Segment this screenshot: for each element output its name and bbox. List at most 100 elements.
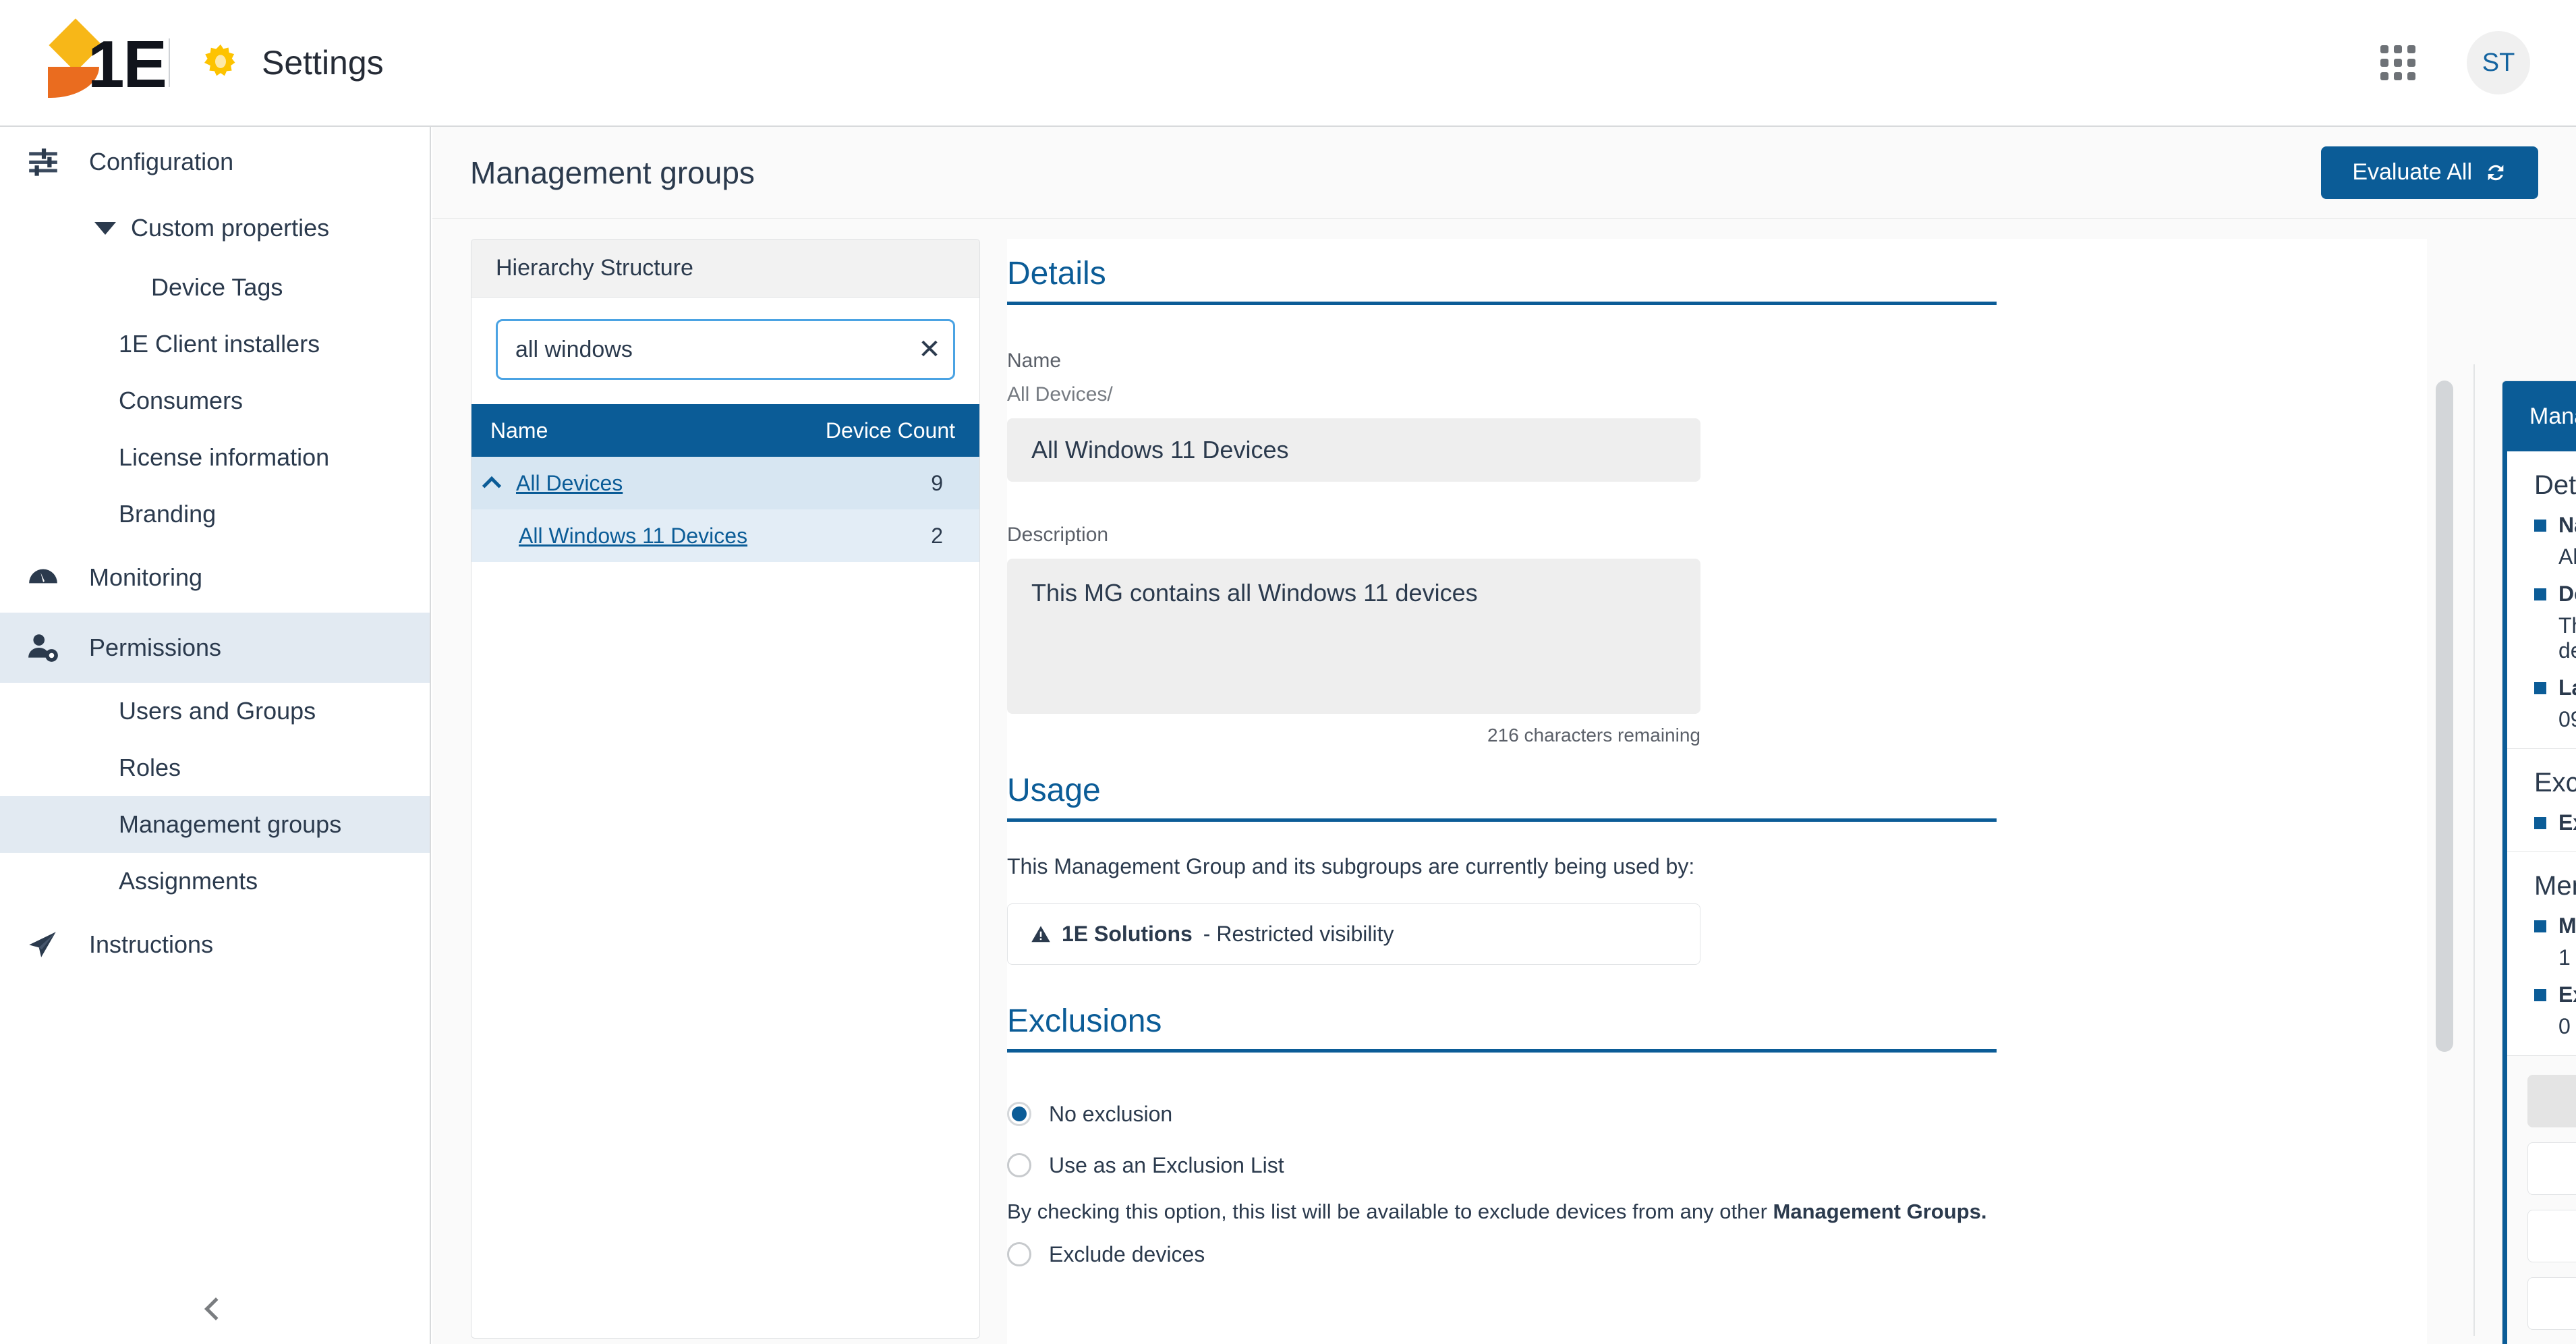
radio-icon[interactable] — [1007, 1102, 1031, 1126]
table-row[interactable]: All Devices 9 — [471, 457, 979, 509]
radio-icon[interactable] — [1007, 1242, 1031, 1266]
sidebar-item-license-information[interactable]: License information — [0, 429, 430, 486]
management-group-summary-panel: Management Group Summary Details Name Al… — [2502, 381, 2576, 1344]
details-section-title: Details — [1007, 255, 1997, 305]
sidebar-item-permissions[interactable]: Permissions — [0, 613, 430, 683]
summary-item: Member Count — [2534, 914, 2576, 939]
exclusion-option-exclude-devices[interactable]: Exclude devices — [1007, 1233, 2427, 1275]
hierarchy-table-header: Name Device Count — [471, 404, 979, 457]
name-field-value[interactable]: All Windows 11 Devices — [1007, 418, 1700, 482]
sidebar-item-monitoring[interactable]: Monitoring — [0, 542, 430, 613]
summary-item-key: Exclusions List — [2558, 810, 2576, 835]
exclusions-section-title: Exclusions — [1007, 1003, 1997, 1053]
avatar[interactable]: ST — [2467, 31, 2530, 94]
close-x-icon[interactable]: ✕ — [906, 321, 953, 378]
top-bar: 1E Settings ST — [0, 0, 2576, 127]
summary-item-key: Description — [2558, 582, 2576, 606]
sidebar-item-1e-client-installers[interactable]: 1E Client installers — [0, 316, 430, 372]
sidebar-item-label: Instructions — [89, 930, 214, 958]
main-content: Management groups Evaluate All Hierarchy… — [432, 127, 2576, 1344]
characters-remaining-label: 216 characters remaining — [1487, 725, 1700, 746]
sidebar-item-label: 1E Client installers — [119, 330, 320, 358]
description-field-label: Description — [1007, 524, 1109, 546]
sidebar-item-label: Configuration — [89, 148, 234, 175]
page-app-title: Settings — [262, 44, 384, 82]
summary-members-block: Members Member Count 1 Excluded Count 0 — [2507, 852, 2576, 1056]
sidebar-item-label: Roles — [119, 754, 181, 781]
column-header-name: Name — [490, 418, 548, 443]
save-button[interactable]: Save — [2527, 1075, 2576, 1127]
square-bullet-icon — [2534, 988, 2546, 1001]
sidebar-item-label: Monitoring — [89, 563, 203, 591]
summary-members-heading: Members — [2534, 871, 2576, 901]
evaluate-all-button[interactable]: Evaluate All — [2321, 146, 2538, 199]
brand-wordmark: 1E — [88, 27, 167, 101]
sidebar-item-roles[interactable]: Roles — [0, 739, 430, 796]
sidebar-item-device-tags[interactable]: Device Tags — [0, 259, 430, 316]
radio-icon[interactable] — [1007, 1153, 1031, 1177]
brand-logo[interactable]: 1E — [48, 18, 167, 101]
settings-app: 1E Settings ST Configuration Custom prop… — [0, 0, 2576, 1344]
sliders-icon — [24, 143, 62, 181]
sidebar-item-instructions[interactable]: Instructions — [0, 909, 430, 980]
search-input[interactable] — [498, 336, 906, 363]
summary-action-buttons: Save Cancel Add Subgroup Export FQDN Lis… — [2507, 1056, 2576, 1344]
table-row[interactable]: All Windows 11 Devices 2 — [471, 509, 979, 562]
sidebar-item-consumers[interactable]: Consumers — [0, 372, 430, 429]
warning-triangle-icon — [1031, 926, 1050, 942]
sidebar-item-label: Assignments — [119, 867, 258, 895]
exclusion-option-no-exclusion[interactable]: No exclusion — [1007, 1093, 2427, 1135]
summary-panel-title: Management Group Summary — [2502, 381, 2576, 451]
export-fqdn-list-button[interactable]: Export FQDN List — [2527, 1277, 2576, 1330]
page-title: Management groups — [470, 155, 755, 190]
form-scrollbar-thumb[interactable] — [2436, 381, 2453, 1052]
gauge-icon — [24, 559, 62, 596]
sidebar-item-assignments[interactable]: Assignments — [0, 853, 430, 909]
management-group-form: Details Name All Devices/ All Windows 11… — [1007, 239, 2427, 1344]
sidebar-collapse-button[interactable] — [0, 1274, 430, 1344]
summary-item-value: All Windows 11 Devices — [2558, 544, 2576, 569]
sidebar-item-label: License information — [119, 443, 330, 471]
summary-details-heading: Details — [2534, 470, 2576, 500]
sidebar-item-label: Custom properties — [131, 214, 330, 242]
description-field-value[interactable]: This MG contains all Windows 11 devices — [1007, 559, 1700, 714]
cancel-button[interactable]: Cancel — [2527, 1142, 2576, 1195]
caret-down-icon — [94, 221, 116, 235]
sidebar-item-configuration[interactable]: Configuration — [0, 127, 430, 197]
summary-item-key: Member Count — [2558, 914, 2576, 938]
top-bar-actions: ST — [2380, 31, 2530, 94]
summary-item-value: This MG contains all Windows 11 devices — [2558, 613, 2576, 663]
summary-item: Last Evaluated — [2534, 675, 2576, 700]
search-box[interactable]: ✕ — [496, 319, 955, 380]
sidebar-item-branding[interactable]: Branding — [0, 486, 430, 542]
header-divider — [169, 38, 170, 87]
summary-item: Excluded Count — [2534, 982, 2576, 1007]
sidebar-item-label: Consumers — [119, 387, 244, 414]
usage-consumer-item: 1E Solutions - Restricted visibility — [1007, 903, 1700, 965]
add-subgroup-button[interactable]: Add Subgroup — [2527, 1210, 2576, 1262]
sidebar-item-custom-properties[interactable]: Custom properties — [0, 197, 430, 259]
onee-logo-icon: 1E — [48, 18, 167, 101]
sidebar-item-users-and-groups[interactable]: Users and Groups — [0, 683, 430, 739]
exclusion-option-label: No exclusion — [1049, 1101, 1173, 1126]
summary-item: Name — [2534, 513, 2576, 538]
exclusion-option-use-as-exclusion-list[interactable]: Use as an Exclusion List — [1007, 1144, 2427, 1186]
sidebar-item-management-groups[interactable]: Management groups — [0, 796, 430, 853]
name-field-label: Name — [1007, 349, 1062, 372]
summary-item: Exclusions List — [2534, 810, 2576, 835]
form-scrollbar-track[interactable] — [2436, 370, 2453, 1335]
chevron-left-icon — [204, 1297, 227, 1320]
exclusion-helper-text: By checking this option, this list will … — [1007, 1200, 2427, 1224]
chevron-up-icon[interactable] — [482, 476, 502, 496]
sidebar-item-label: Device Tags — [151, 273, 283, 301]
summary-item-value: 1 — [2558, 945, 2571, 970]
evaluate-all-label: Evaluate All — [2352, 159, 2472, 185]
hierarchy-row-name[interactable]: All Windows 11 Devices — [519, 524, 747, 549]
hierarchy-row-name[interactable]: All Devices — [516, 471, 623, 496]
square-bullet-icon — [2534, 681, 2546, 694]
exclusion-option-label: Exclude devices — [1049, 1241, 1205, 1266]
sidebar-item-label: Users and Groups — [119, 697, 316, 725]
grid-apps-icon[interactable] — [2380, 45, 2415, 80]
square-bullet-icon — [2534, 920, 2546, 932]
hierarchy-search-wrapper: ✕ — [471, 298, 979, 404]
